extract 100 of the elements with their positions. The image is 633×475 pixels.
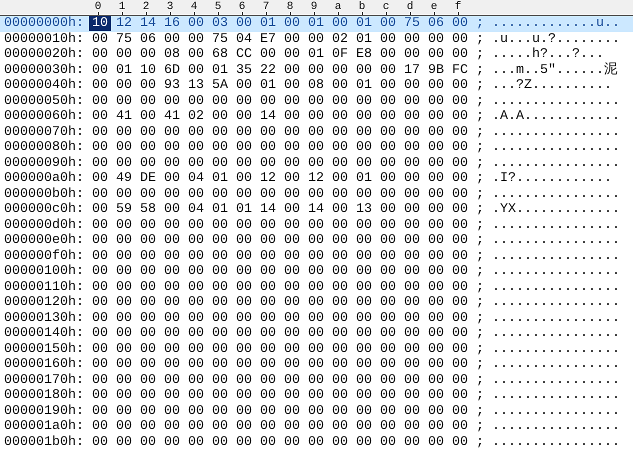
hex-byte[interactable]: 00 — [380, 186, 396, 202]
hex-byte[interactable]: 00 — [260, 357, 276, 372]
hex-byte[interactable]: 00 — [284, 388, 300, 404]
hex-byte[interactable]: 00 — [212, 419, 228, 434]
hex-byte[interactable]: 00 — [116, 342, 132, 357]
hex-byte[interactable]: 00 — [140, 186, 156, 202]
hex-byte[interactable]: 00 — [452, 404, 468, 419]
hex-byte[interactable]: 00 — [164, 186, 180, 202]
hex-row[interactable]: 00000010h: 00 75 06 00 00 75 04 E7 00 00 02 01 00 00 00 00 ; .u...u.?........ — [0, 32, 633, 47]
hex-byte[interactable]: 00 — [212, 388, 228, 404]
hex-byte[interactable]: 00 — [164, 202, 180, 218]
hex-byte[interactable]: 00 — [140, 419, 156, 434]
hex-byte[interactable]: 00 — [284, 280, 300, 295]
hex-byte[interactable]: 00 — [140, 124, 156, 140]
hex-byte[interactable]: 02 — [332, 32, 348, 47]
hex-byte[interactable]: 00 — [284, 295, 300, 310]
hex-byte[interactable]: 00 — [452, 218, 468, 233]
hex-byte[interactable]: 00 — [404, 156, 420, 171]
hex-byte[interactable]: 13 — [356, 202, 372, 218]
hex-row[interactable]: 00000190h: 00 00 00 00 00 00 00 00 00 00 00 00 00 00 00 00 ; ................ — [0, 404, 633, 419]
hex-byte[interactable]: 00 — [188, 342, 204, 357]
hex-row[interactable]: 000000a0h: 00 49 DE 00 04 01 00 12 00 12 00 01 00 00 00 00 ; .I?............ — [0, 171, 633, 186]
hex-byte[interactable]: 00 — [308, 372, 324, 388]
hex-byte[interactable]: 00 — [260, 156, 276, 171]
hex-byte[interactable]: 00 — [356, 372, 372, 388]
hex-byte[interactable]: 00 — [236, 78, 252, 94]
hex-byte[interactable]: 0F — [332, 47, 348, 62]
hex-byte[interactable]: 00 — [116, 372, 132, 388]
hex-byte[interactable]: 00 — [380, 372, 396, 388]
hex-byte[interactable]: 00 — [404, 140, 420, 156]
hex-byte[interactable]: 00 — [260, 94, 276, 109]
hex-row[interactable]: 00000070h: 00 00 00 00 00 00 00 00 00 00 00 00 00 00 00 00 ; ................ — [0, 124, 633, 140]
hex-byte[interactable]: 00 — [332, 357, 348, 372]
hex-byte[interactable]: 00 — [260, 248, 276, 264]
hex-byte[interactable]: 00 — [212, 248, 228, 264]
hex-row[interactable]: 00000040h: 00 00 00 93 13 5A 00 01 00 08 00 01 00 00 00 00 ; ...?Z.......... — [0, 78, 633, 94]
hex-byte[interactable]: 01 — [236, 202, 252, 218]
hex-byte[interactable]: 00 — [212, 310, 228, 326]
hex-byte[interactable]: 00 — [284, 419, 300, 434]
hex-byte[interactable]: 00 — [404, 171, 420, 186]
hex-byte[interactable]: 00 — [356, 62, 372, 78]
hex-byte[interactable]: 00 — [284, 310, 300, 326]
hex-byte[interactable]: 00 — [356, 310, 372, 326]
hex-byte[interactable]: 00 — [404, 248, 420, 264]
hex-byte[interactable]: 00 — [428, 419, 444, 434]
hex-byte[interactable]: 00 — [452, 140, 468, 156]
hex-byte[interactable]: 00 — [308, 94, 324, 109]
hex-byte[interactable]: 00 — [260, 372, 276, 388]
hex-byte[interactable]: 06 — [140, 32, 156, 47]
hex-byte[interactable]: 00 — [164, 434, 180, 450]
hex-byte[interactable]: 00 — [428, 186, 444, 202]
hex-byte[interactable]: 00 — [404, 357, 420, 372]
hex-row[interactable]: 00000050h: 00 00 00 00 00 00 00 00 00 00 00 00 00 00 00 00 ; ................ — [0, 94, 633, 109]
hex-byte[interactable]: 00 — [188, 140, 204, 156]
hex-byte[interactable]: 00 — [332, 372, 348, 388]
hex-byte[interactable]: 00 — [452, 16, 468, 32]
hex-byte[interactable]: 00 — [188, 124, 204, 140]
hex-byte[interactable]: 00 — [404, 233, 420, 248]
hex-byte[interactable]: 00 — [212, 342, 228, 357]
hex-byte[interactable]: 00 — [116, 156, 132, 171]
hex-byte[interactable]: 00 — [308, 342, 324, 357]
hex-byte[interactable]: 00 — [404, 326, 420, 342]
hex-byte[interactable]: 00 — [260, 280, 276, 295]
hex-byte[interactable]: 00 — [92, 202, 108, 218]
hex-row[interactable]: 000000c0h: 00 59 58 00 04 01 01 14 00 14 00 13 00 00 00 00 ; .YX............. — [0, 202, 633, 218]
hex-byte[interactable]: 00 — [236, 248, 252, 264]
hex-byte[interactable]: 00 — [188, 372, 204, 388]
hex-byte[interactable]: 00 — [92, 156, 108, 171]
hex-byte[interactable]: 00 — [164, 404, 180, 419]
hex-byte[interactable]: 00 — [236, 310, 252, 326]
hex-byte[interactable]: 14 — [260, 202, 276, 218]
hex-byte[interactable]: 00 — [284, 16, 300, 32]
hex-byte[interactable]: 00 — [452, 295, 468, 310]
hex-byte[interactable]: 75 — [116, 32, 132, 47]
hex-byte[interactable]: 00 — [428, 326, 444, 342]
hex-byte[interactable]: 00 — [212, 156, 228, 171]
hex-byte[interactable]: 00 — [284, 140, 300, 156]
hex-byte[interactable]: 00 — [428, 264, 444, 280]
hex-byte[interactable]: 00 — [164, 248, 180, 264]
hex-byte[interactable]: 00 — [236, 140, 252, 156]
hex-byte[interactable]: 00 — [260, 295, 276, 310]
hex-byte[interactable]: 00 — [308, 124, 324, 140]
hex-byte[interactable]: 00 — [332, 233, 348, 248]
hex-byte[interactable]: 00 — [116, 233, 132, 248]
hex-byte[interactable]: 00 — [332, 342, 348, 357]
hex-byte[interactable]: 00 — [332, 248, 348, 264]
hex-byte[interactable]: 00 — [188, 326, 204, 342]
hex-byte[interactable]: 00 — [188, 295, 204, 310]
hex-byte[interactable]: 00 — [308, 434, 324, 450]
hex-byte[interactable]: 35 — [236, 62, 252, 78]
hex-byte[interactable]: 00 — [284, 62, 300, 78]
hex-byte[interactable]: 00 — [284, 434, 300, 450]
hex-byte[interactable]: 00 — [308, 310, 324, 326]
hex-byte[interactable]: 00 — [140, 434, 156, 450]
hex-byte[interactable]: 00 — [116, 47, 132, 62]
hex-byte[interactable]: 00 — [92, 32, 108, 47]
hex-byte[interactable]: 00 — [164, 264, 180, 280]
hex-byte[interactable]: 00 — [428, 388, 444, 404]
hex-byte[interactable]: 68 — [212, 47, 228, 62]
hex-byte[interactable]: 00 — [212, 109, 228, 124]
